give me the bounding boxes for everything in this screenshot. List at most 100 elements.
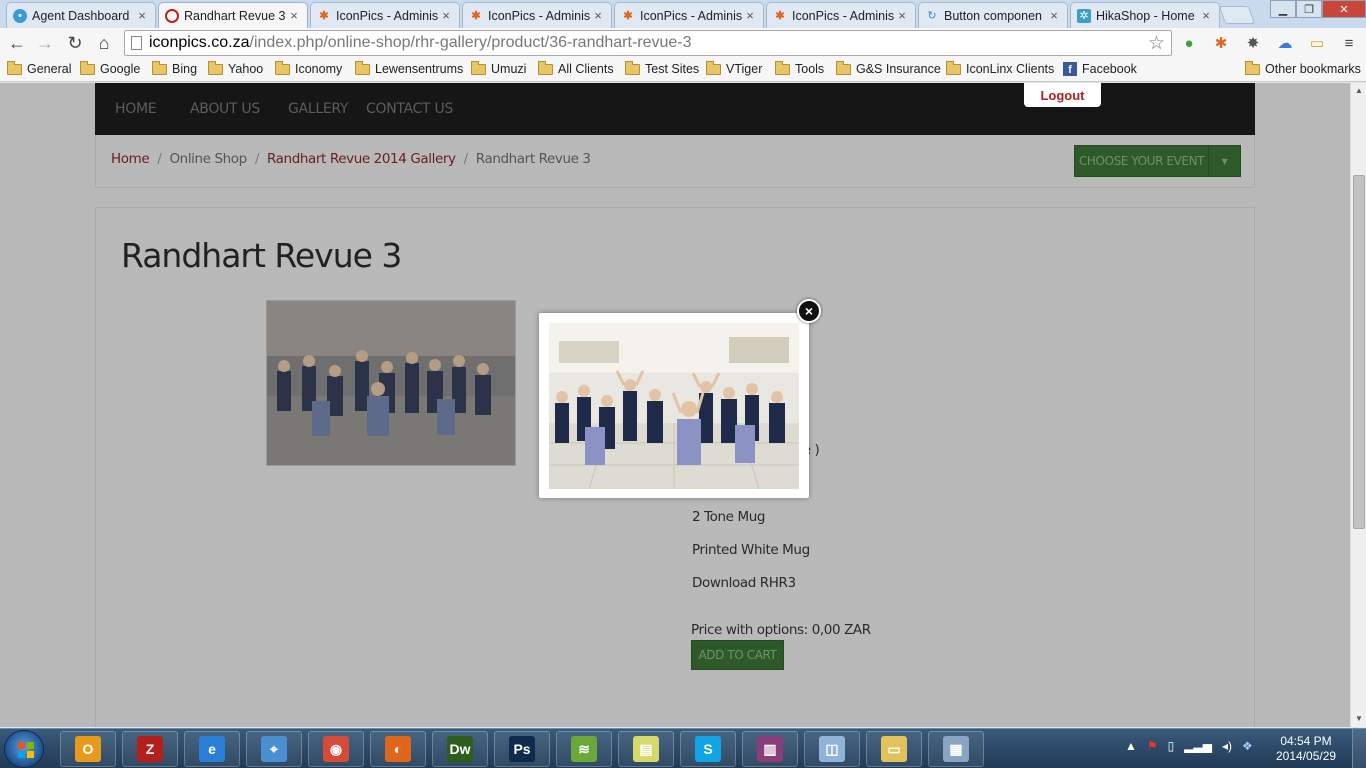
option-2-tone-mug[interactable]: 2 Tone Mug bbox=[692, 509, 765, 525]
breadcrumb-bar: Home / Online Shop / Randhart Revue 2014… bbox=[95, 135, 1255, 188]
tab-close-icon[interactable]: × bbox=[439, 8, 453, 23]
taskbar-sticky-notes[interactable]: ▤ bbox=[618, 731, 674, 767]
bookmark-test-sites[interactable]: Test Sites bbox=[625, 60, 699, 76]
choose-event-button[interactable]: CHOOSE YOUR EVENT ▼ bbox=[1074, 145, 1241, 177]
product-image[interactable] bbox=[266, 300, 516, 466]
joomla-extension-icon[interactable]: ✱ bbox=[1211, 33, 1231, 53]
taskbar-filezilla[interactable]: Z bbox=[122, 731, 178, 767]
tab-agent-dashboard[interactable]: • Agent Dashboard × bbox=[6, 2, 156, 28]
bookmark-lewensentrums[interactable]: Lewensentrums bbox=[355, 60, 463, 76]
taskbar-winrar[interactable]: ▥ bbox=[742, 731, 798, 767]
tab-hikashop[interactable]: ✲ HikaShop - Home × bbox=[1070, 2, 1220, 28]
system-clock[interactable]: 04:54 PM 2014/05/29 bbox=[1276, 734, 1336, 764]
back-arrow-icon[interactable]: ← bbox=[6, 32, 28, 54]
tray-overflow-icon[interactable]: ▲ bbox=[1125, 739, 1137, 753]
nav-gallery[interactable]: GALLERY bbox=[288, 101, 348, 117]
facebook-icon: f bbox=[1063, 62, 1077, 76]
tab-close-icon[interactable]: × bbox=[1047, 8, 1061, 23]
dropbox-icon[interactable]: ❖ bbox=[1242, 739, 1253, 753]
tab-iconpics-admin[interactable]: ✱ IconPics - Adminis × bbox=[310, 2, 460, 28]
tab-close-icon[interactable]: × bbox=[135, 8, 149, 23]
windows-taskbar: O Ze ⌖ ◉ ◐ Dw Ps ≋ ▤ S ▥ ◫ ▭ ▦ ▲ ⚑ ▯ ▂▃▅ ◂) ❖ 04:54 P… bbox=[0, 728, 1366, 768]
chevron-down-icon[interactable]: ▼ bbox=[1209, 157, 1240, 166]
tab-iconpics-admin[interactable]: ✱ IconPics - Adminis × bbox=[766, 2, 916, 28]
bookmark-gs-insurance[interactable]: G&S Insurance bbox=[836, 60, 941, 76]
taskbar-chrome[interactable]: ◉ bbox=[308, 731, 364, 767]
nav-about-us[interactable]: ABOUT US bbox=[190, 101, 260, 117]
page-scrollbar[interactable]: ▲ ▼ bbox=[1350, 83, 1366, 727]
breadcrumb-home[interactable]: Home bbox=[111, 151, 150, 167]
bookmark-all-clients[interactable]: All Clients bbox=[538, 60, 614, 76]
bookmark-vtiger[interactable]: VTiger bbox=[706, 60, 762, 76]
minimize-button[interactable]: ▁ bbox=[1270, 0, 1296, 18]
scroll-down-arrow-icon[interactable]: ▼ bbox=[1351, 711, 1366, 727]
bookmark-tools[interactable]: Tools bbox=[775, 60, 824, 76]
scrollbar-thumb[interactable] bbox=[1353, 175, 1365, 529]
chrome-menu-icon[interactable]: ≡ bbox=[1339, 33, 1359, 53]
home-icon[interactable]: ⌂ bbox=[93, 32, 115, 54]
bookmark-umuzi[interactable]: Umuzi bbox=[471, 60, 526, 76]
battery-extension-icon[interactable]: ▭ bbox=[1307, 33, 1327, 53]
tab-iconpics-admin[interactable]: ✱ IconPics - Adminis × bbox=[462, 2, 612, 28]
taskbar-photoshop[interactable]: Ps bbox=[494, 731, 550, 767]
logout-button[interactable]: Logout bbox=[1024, 83, 1101, 107]
tools-extension-icon[interactable]: ✸ bbox=[1243, 33, 1263, 53]
tab-close-icon[interactable]: × bbox=[895, 8, 909, 23]
breadcrumb: Home / Online Shop / Randhart Revue 2014… bbox=[111, 151, 591, 167]
tab-close-icon[interactable]: × bbox=[591, 8, 605, 23]
maximize-button[interactable]: ❐ bbox=[1296, 0, 1322, 18]
taskbar-internet-explorer[interactable]: e bbox=[184, 731, 240, 767]
other-bookmarks[interactable]: Other bookmarks bbox=[1245, 60, 1361, 76]
evernote-extension-icon[interactable]: ● bbox=[1179, 33, 1199, 53]
taskbar-skype[interactable]: S bbox=[680, 731, 736, 767]
option-download-rhr3[interactable]: Download RHR3 bbox=[692, 575, 796, 591]
nav-home[interactable]: HOME bbox=[115, 101, 157, 117]
bookmark-general[interactable]: General bbox=[7, 60, 71, 76]
taskbar-note-app[interactable]: ◫ bbox=[804, 731, 860, 767]
bookmark-iconomy[interactable]: Iconomy bbox=[275, 60, 342, 76]
tab-close-icon[interactable]: × bbox=[743, 8, 757, 23]
add-to-cart-button[interactable]: ADD TO CART bbox=[691, 640, 784, 670]
forward-arrow-icon[interactable]: → bbox=[34, 32, 56, 54]
option-printed-white-mug[interactable]: Printed White Mug bbox=[692, 542, 810, 558]
taskbar-rawtherapee[interactable]: ≋ bbox=[556, 731, 612, 767]
network-icon[interactable]: ▂▃▅ bbox=[1184, 739, 1212, 753]
new-tab-button[interactable] bbox=[1218, 6, 1256, 24]
taskbar-firefox[interactable]: ◐ bbox=[370, 731, 426, 767]
taskbar-dreamweaver[interactable]: Dw bbox=[432, 731, 488, 767]
breadcrumb-separator: / bbox=[254, 151, 260, 167]
site-icon bbox=[165, 8, 179, 23]
bookmark-iconlinx-clients[interactable]: IconLinx Clients bbox=[946, 60, 1054, 76]
close-icon[interactable]: × bbox=[797, 299, 821, 323]
reload-icon[interactable]: ↻ bbox=[64, 32, 86, 54]
start-button[interactable] bbox=[4, 730, 44, 768]
bookmark-bing[interactable]: Bing bbox=[152, 60, 197, 76]
close-window-button[interactable]: ✕ bbox=[1322, 0, 1366, 18]
bookmark-star-icon[interactable]: ☆ bbox=[1148, 32, 1165, 55]
volume-icon[interactable]: ◂) bbox=[1222, 739, 1232, 753]
taskbar-outlook[interactable]: O bbox=[60, 731, 116, 767]
tab-randhart-revue[interactable]: Randhart Revue 3 × bbox=[158, 2, 308, 28]
bookmark-facebook[interactable]: f Facebook bbox=[1063, 62, 1137, 76]
cloud-extension-icon[interactable]: ☁ bbox=[1275, 33, 1295, 53]
tab-close-icon[interactable]: × bbox=[1199, 8, 1213, 23]
breadcrumb-gallery[interactable]: Randhart Revue 2014 Gallery bbox=[267, 151, 456, 167]
tab-button-component[interactable]: ↻ Button componen × bbox=[918, 2, 1068, 28]
folder-icon bbox=[208, 60, 223, 75]
bookmark-yahoo[interactable]: Yahoo bbox=[208, 60, 263, 76]
bookmark-google[interactable]: Google bbox=[80, 60, 140, 76]
device-icon[interactable]: ▯ bbox=[1168, 739, 1175, 753]
nav-contact-us[interactable]: CONTACT US bbox=[366, 101, 453, 117]
address-bar[interactable]: iconpics.co.za/index.php/online-shop/rhr… bbox=[124, 30, 1172, 56]
tab-label: Randhart Revue 3 bbox=[184, 8, 286, 23]
taskbar-file-explorer[interactable]: ▭ bbox=[866, 731, 922, 767]
tab-iconpics-admin[interactable]: ✱ IconPics - Adminis × bbox=[614, 2, 764, 28]
tab-close-icon[interactable]: × bbox=[287, 8, 301, 23]
taskbar-calculator[interactable]: ▦ bbox=[928, 731, 984, 767]
show-desktop-button[interactable] bbox=[1352, 729, 1366, 768]
folder-icon bbox=[355, 60, 370, 75]
scroll-up-arrow-icon[interactable]: ▲ bbox=[1351, 83, 1366, 99]
taskbar-safari[interactable]: ⌖ bbox=[246, 731, 302, 767]
folder-icon bbox=[775, 60, 790, 75]
action-center-icon[interactable]: ⚑ bbox=[1147, 739, 1158, 753]
